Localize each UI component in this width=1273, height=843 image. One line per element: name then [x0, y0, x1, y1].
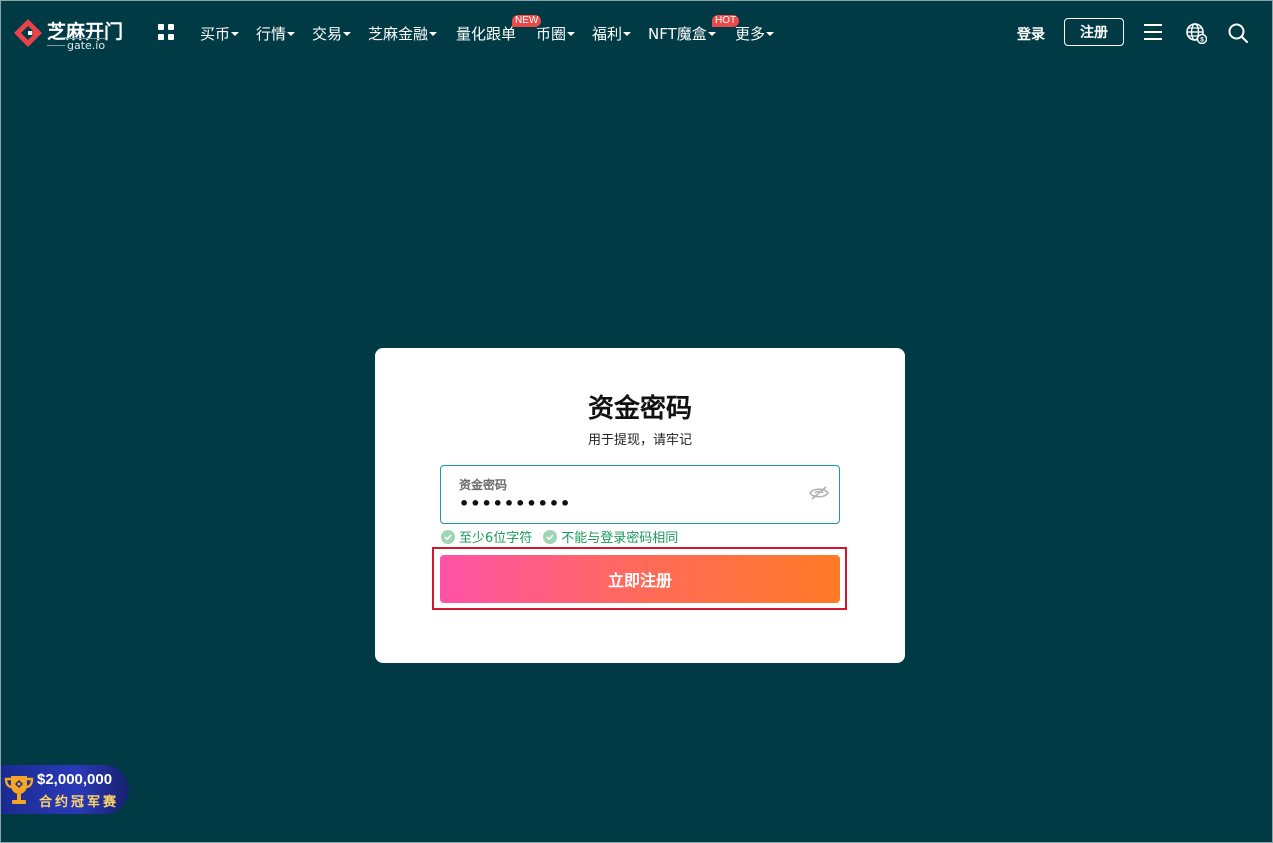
- nav-item-markets[interactable]: 行情: [256, 22, 312, 44]
- fund-password-input[interactable]: [459, 494, 789, 513]
- svg-text:$: $: [1200, 37, 1204, 44]
- gate-logo-icon: [14, 19, 42, 47]
- menu-icon[interactable]: [1144, 24, 1162, 40]
- nav-item-label: NFT魔盒: [648, 24, 707, 43]
- nav-item-label: 芝麻金融: [368, 24, 429, 43]
- logo-divider: [47, 45, 65, 46]
- hint-not-login-password: 不能与登录密码相同: [543, 527, 678, 546]
- chevron-down-icon: [707, 32, 716, 36]
- apps-grid-icon[interactable]: [158, 24, 174, 40]
- hint-text: 不能与登录密码相同: [561, 531, 679, 546]
- fund-password-field[interactable]: 资金密码: [440, 465, 840, 524]
- search-icon[interactable]: [1228, 23, 1248, 43]
- fund-password-dialog: 资金密码 用于提现，请牢记 资金密码 至少6位字符 不能与登录密码相同 立即注册: [375, 348, 905, 663]
- nav-item-finance[interactable]: 芝麻金融: [368, 22, 456, 44]
- globe-currency-icon[interactable]: $: [1185, 22, 1207, 44]
- password-hints: 至少6位字符 不能与登录密码相同: [441, 527, 689, 546]
- nav-item-label: 买币: [200, 24, 231, 43]
- nav-item-label: 行情: [256, 24, 287, 43]
- register-button[interactable]: 注册: [1064, 18, 1124, 46]
- chevron-down-icon: [623, 32, 632, 36]
- nav-item-buy-crypto[interactable]: 买币: [200, 22, 256, 44]
- main-nav: 买币 行情 交易 芝麻金融 量化跟单 NEW 币圈 福利 NFT魔盒 HOT 更…: [200, 15, 785, 44]
- nav-item-label: 福利: [592, 24, 623, 43]
- nav-item-nft-box[interactable]: NFT魔盒 HOT: [648, 15, 740, 44]
- field-label: 资金密码: [459, 478, 508, 492]
- nav-item-label: 量化跟单: [456, 24, 517, 43]
- nav-item-label: 币圈: [536, 24, 567, 43]
- logo-text-en: gate.io: [67, 38, 106, 52]
- eye-off-icon[interactable]: [809, 485, 829, 501]
- hint-text: 至少6位字符: [459, 531, 533, 546]
- nav-item-label: 交易: [312, 24, 343, 43]
- dialog-title: 资金密码: [587, 394, 692, 424]
- promo-label: 合约冠军赛: [39, 795, 120, 810]
- check-icon: [441, 529, 455, 544]
- nav-item-rewards[interactable]: 福利: [592, 22, 648, 44]
- nav-item-trade[interactable]: 交易: [312, 22, 368, 44]
- top-navbar: 芝麻开门 gate.io 买币 行情 交易 芝麻金融 量化跟单 NEW 币圈 福…: [0, 0, 1273, 66]
- trophy-icon: [4, 776, 34, 804]
- chevron-down-icon: [343, 32, 352, 36]
- hint-min-length: 至少6位字符: [441, 527, 532, 546]
- nav-item-more[interactable]: 更多: [735, 22, 785, 44]
- chevron-down-icon: [766, 32, 775, 36]
- login-link[interactable]: 登录: [1017, 24, 1045, 44]
- chevron-down-icon: [287, 32, 296, 36]
- chevron-down-icon: [231, 32, 240, 36]
- nav-item-copy-trading[interactable]: 量化跟单 NEW: [456, 15, 542, 44]
- promo-amount: $2,000,000: [37, 771, 113, 788]
- gate-logo[interactable]: 芝麻开门 gate.io: [13, 16, 129, 52]
- chevron-down-icon: [567, 32, 576, 36]
- chevron-down-icon: [429, 32, 438, 36]
- check-icon: [543, 529, 558, 544]
- register-now-button[interactable]: 立即注册: [440, 555, 840, 603]
- dialog-subtitle: 用于提现，请牢记: [587, 433, 692, 448]
- nav-item-community[interactable]: 币圈: [536, 22, 592, 44]
- nav-item-label: 更多: [735, 24, 766, 43]
- championship-promo-banner[interactable]: $2,000,000 合约冠军赛: [0, 765, 129, 814]
